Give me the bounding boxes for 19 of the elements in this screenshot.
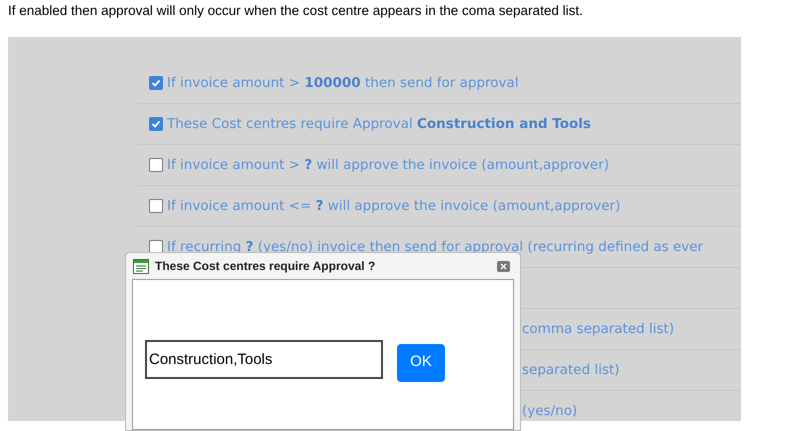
checkbox[interactable]: [149, 158, 163, 172]
checkbox[interactable]: [149, 117, 163, 131]
close-icon: [500, 262, 507, 270]
rule-text: If invoice amount > 100000 then send for approval: [167, 74, 519, 93]
rule-text: comma separated list): [522, 320, 674, 339]
close-button[interactable]: [497, 260, 510, 272]
rule-text: If invoice amount > ? will approve the invoice (amount,approver): [167, 156, 610, 175]
checkbox[interactable]: [149, 76, 163, 90]
rule-text: If recurring ? (yes/no) invoice then send for approval (recurring defined as ever: [167, 238, 704, 257]
rule-text: separated list): [522, 360, 620, 380]
rule-text: If invoice amount <= ? will approve the invoice (amount,approver): [167, 196, 620, 216]
form-icon: [133, 258, 149, 274]
rule-text: These Cost centres require Approval Construction and Tools: [167, 114, 591, 134]
checkbox[interactable]: [149, 199, 163, 213]
rule-text: (yes/no): [522, 402, 578, 421]
dialog-title: These Cost centres require Approval ?: [155, 258, 376, 275]
caption: If enabled then approval will only occur when the cost centre appears in the coma separated list.: [8, 2, 583, 20]
ok-button[interactable]: OK: [397, 344, 445, 382]
input-field[interactable]: Construction,Tools: [145, 340, 383, 379]
